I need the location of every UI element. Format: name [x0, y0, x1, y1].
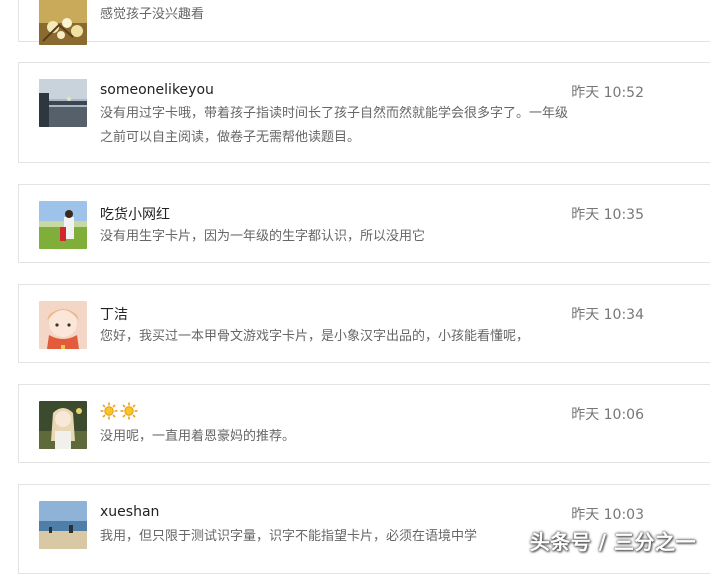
timestamp: 昨天 10:52	[571, 85, 644, 101]
username[interactable]	[100, 402, 140, 424]
girl-field-avatar[interactable]	[39, 201, 87, 249]
username[interactable]: xueshan	[100, 504, 159, 520]
timestamp: 昨天 10:06	[571, 407, 644, 423]
comment-text: 没有用过字卡哦，带着孩子指读时间长了孩子自然而然就能学会很多字了。一年级之前可以…	[100, 106, 569, 145]
comment-card: 吃货小网红 昨天 10:35 没有用生字卡片，因为一年级的生字都认识，所以没用它	[18, 184, 710, 263]
airport-avatar[interactable]	[39, 79, 87, 127]
comment-card: 昨天 10:06 没用呢，一直用着恩豪妈的推荐。	[18, 384, 710, 463]
comment-card: someonelikeyou 昨天 10:52 没有用过字卡哦，带着孩子指读时间…	[18, 62, 710, 163]
timestamp: 昨天 10:35	[571, 207, 644, 223]
username[interactable]: 吃货小网红	[100, 204, 170, 224]
comment-text: 没用呢，一直用着恩豪妈的推荐。	[100, 429, 296, 444]
username[interactable]: 丁洁	[100, 304, 128, 324]
comment-card: 感觉孩子没兴趣看	[18, 0, 710, 45]
comment-text: 感觉孩子没兴趣看	[100, 7, 205, 22]
comment-text: 您好，我买过一本甲骨文游戏字卡片，是小象汉字出品的，小孩能看懂呢，	[100, 329, 530, 344]
timestamp: 昨天 10:03	[571, 507, 644, 523]
comment-card: 丁洁 昨天 10:34 您好，我买过一本甲骨文游戏字卡片，是小象汉字出品的，小孩…	[18, 284, 710, 363]
beach-avatar[interactable]	[39, 501, 87, 549]
cartoon-girl-avatar[interactable]	[39, 301, 87, 349]
sun-icon	[100, 402, 118, 424]
flower-avatar[interactable]	[39, 0, 87, 45]
watermark: 头条号 / 三分之一	[529, 530, 696, 554]
username[interactable]: someonelikeyou	[100, 82, 214, 98]
anime-girl-avatar[interactable]	[39, 401, 87, 449]
comment-text: 我用，但只限于测试识字量，识字不能指望卡片，必须在语境中学	[100, 529, 478, 544]
timestamp: 昨天 10:34	[571, 307, 644, 323]
comment-text: 没有用生字卡片，因为一年级的生字都认识，所以没用它	[100, 229, 426, 244]
sun-icon	[120, 402, 138, 424]
